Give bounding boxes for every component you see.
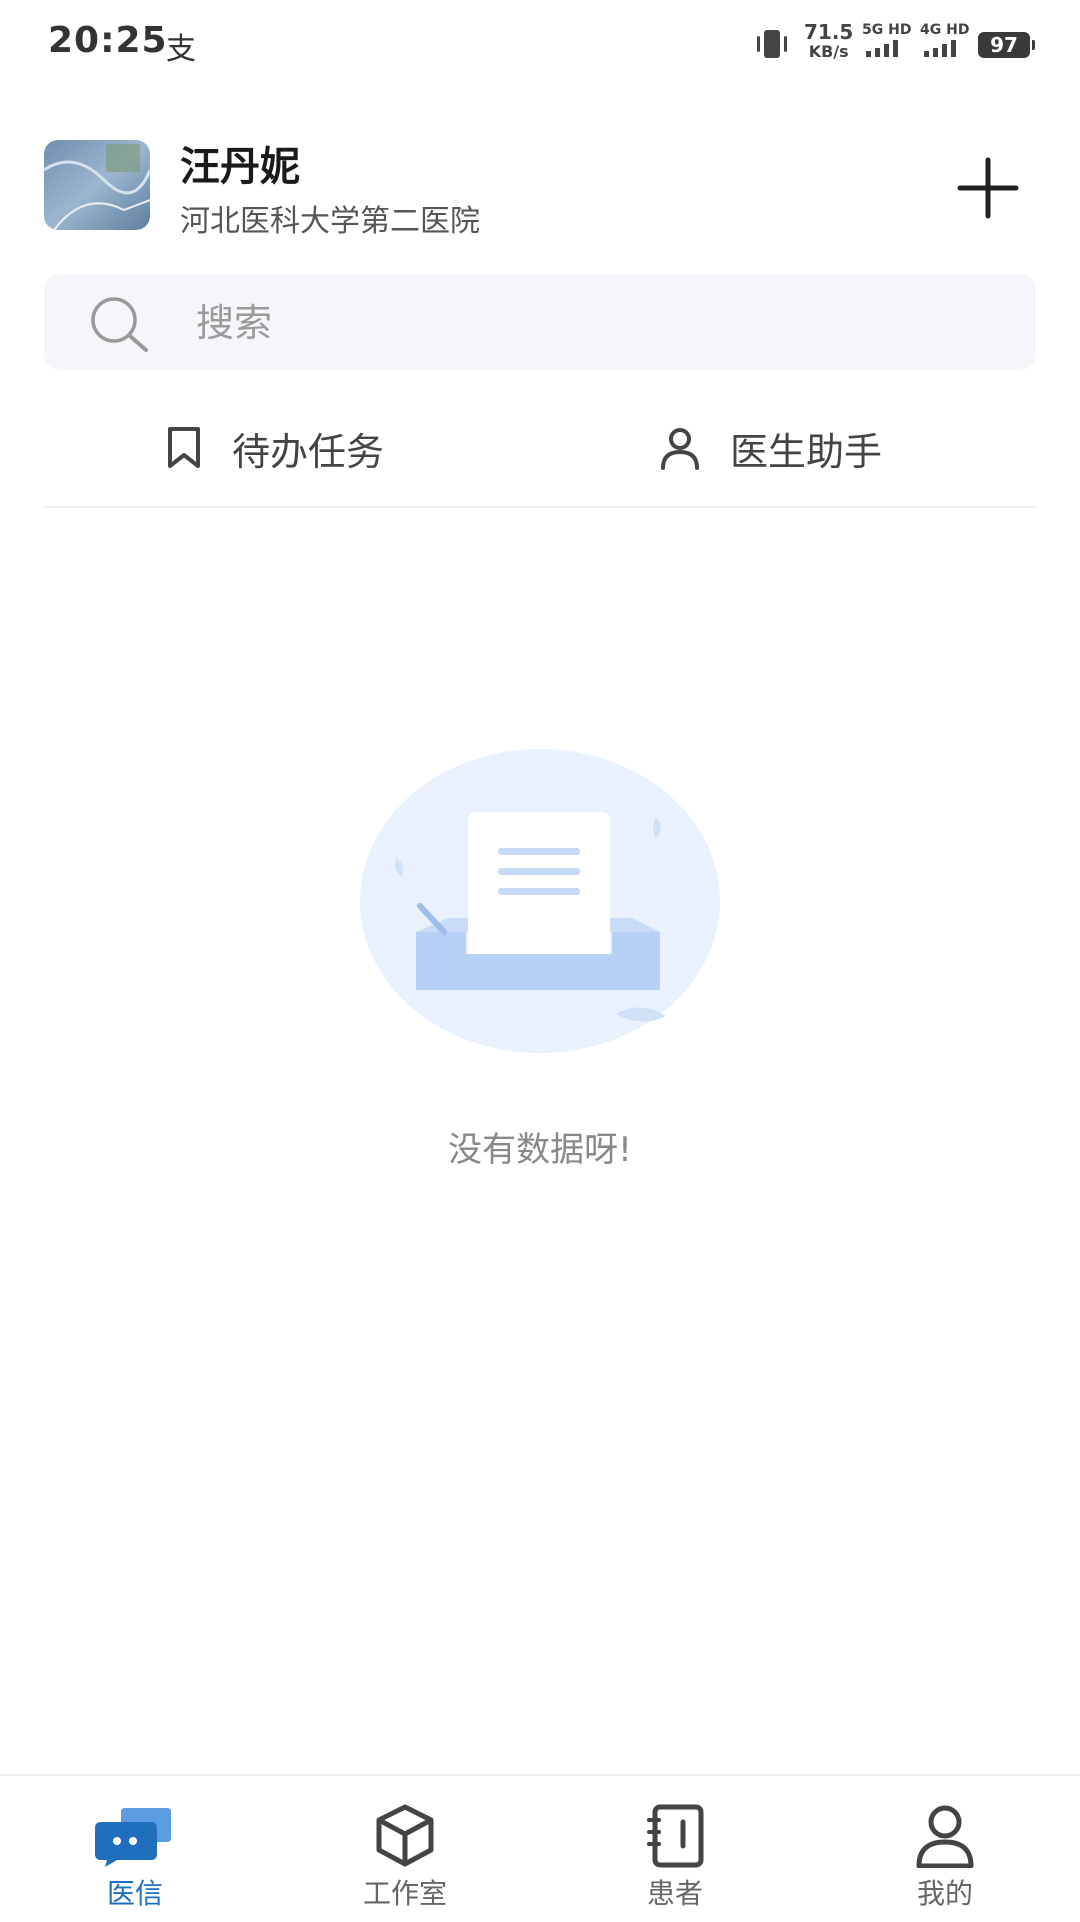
empty-inbox-illustration (360, 749, 720, 1053)
avatar-image (44, 140, 150, 230)
nav-label-profile: 我的 (916, 1877, 973, 1910)
nav-label-studio: 工作室 (362, 1877, 447, 1910)
search-bar[interactable] (44, 274, 1036, 372)
signal-bars-icon (924, 40, 956, 57)
avatar[interactable] (44, 140, 150, 230)
status-bar: 20:25 支 71.5 KB/s 5G HD 4G HD 97 (0, 0, 1080, 90)
nav-tab-studio[interactable]: 工作室 (270, 1776, 540, 1922)
quick-actions: 待办任务 医生助手 (44, 400, 1036, 508)
sim2-signal: 4G HD (920, 22, 972, 62)
doctor-assistant-button[interactable]: 医生助手 (660, 418, 882, 478)
person-icon (661, 428, 699, 470)
pending-tasks-button[interactable]: 待办任务 (166, 418, 384, 478)
signal-bars-icon (866, 40, 898, 57)
status-time: 20:25 (48, 20, 168, 61)
nav-label-messages: 医信 (106, 1877, 163, 1910)
network-speed-unit: KB/s (808, 42, 849, 61)
vibrate-icon (757, 30, 787, 58)
sim1-label: 5G HD (862, 22, 912, 38)
chat-bubbles-icon (95, 1808, 171, 1867)
user-name: 汪丹妮 (180, 144, 300, 190)
nav-tab-messages[interactable]: 医信 (0, 1776, 270, 1922)
user-organization: 河北医科大学第二医院 (180, 204, 480, 239)
network-speed-value: 71.5 (804, 20, 854, 44)
pending-tasks-label: 待办任务 (232, 429, 385, 474)
battery-indicator: 97 (978, 32, 1035, 58)
empty-state-message: 没有数据呀! (448, 1130, 632, 1170)
user-icon (916, 1805, 974, 1868)
notebook-icon (647, 1804, 704, 1868)
alipay-notification-icon: 支 (166, 32, 196, 67)
bookmark-icon (168, 427, 200, 468)
doctor-assistant-label: 医生助手 (730, 429, 883, 474)
search-icon (91, 297, 148, 352)
bottom-navigation: 医信 工作室 患者 我的 (0, 1774, 1080, 1922)
nav-label-patients: 患者 (646, 1877, 703, 1910)
nav-tab-profile[interactable]: 我的 (810, 1776, 1080, 1922)
sim2-label: 4G HD (920, 22, 970, 38)
sim1-signal: 5G HD (862, 22, 914, 62)
search-input[interactable] (194, 274, 978, 372)
nav-tab-patients[interactable]: 患者 (540, 1776, 810, 1922)
cube-icon (376, 1804, 434, 1867)
plus-icon[interactable] (956, 156, 1020, 220)
network-speed: 71.5 KB/s (804, 22, 853, 62)
